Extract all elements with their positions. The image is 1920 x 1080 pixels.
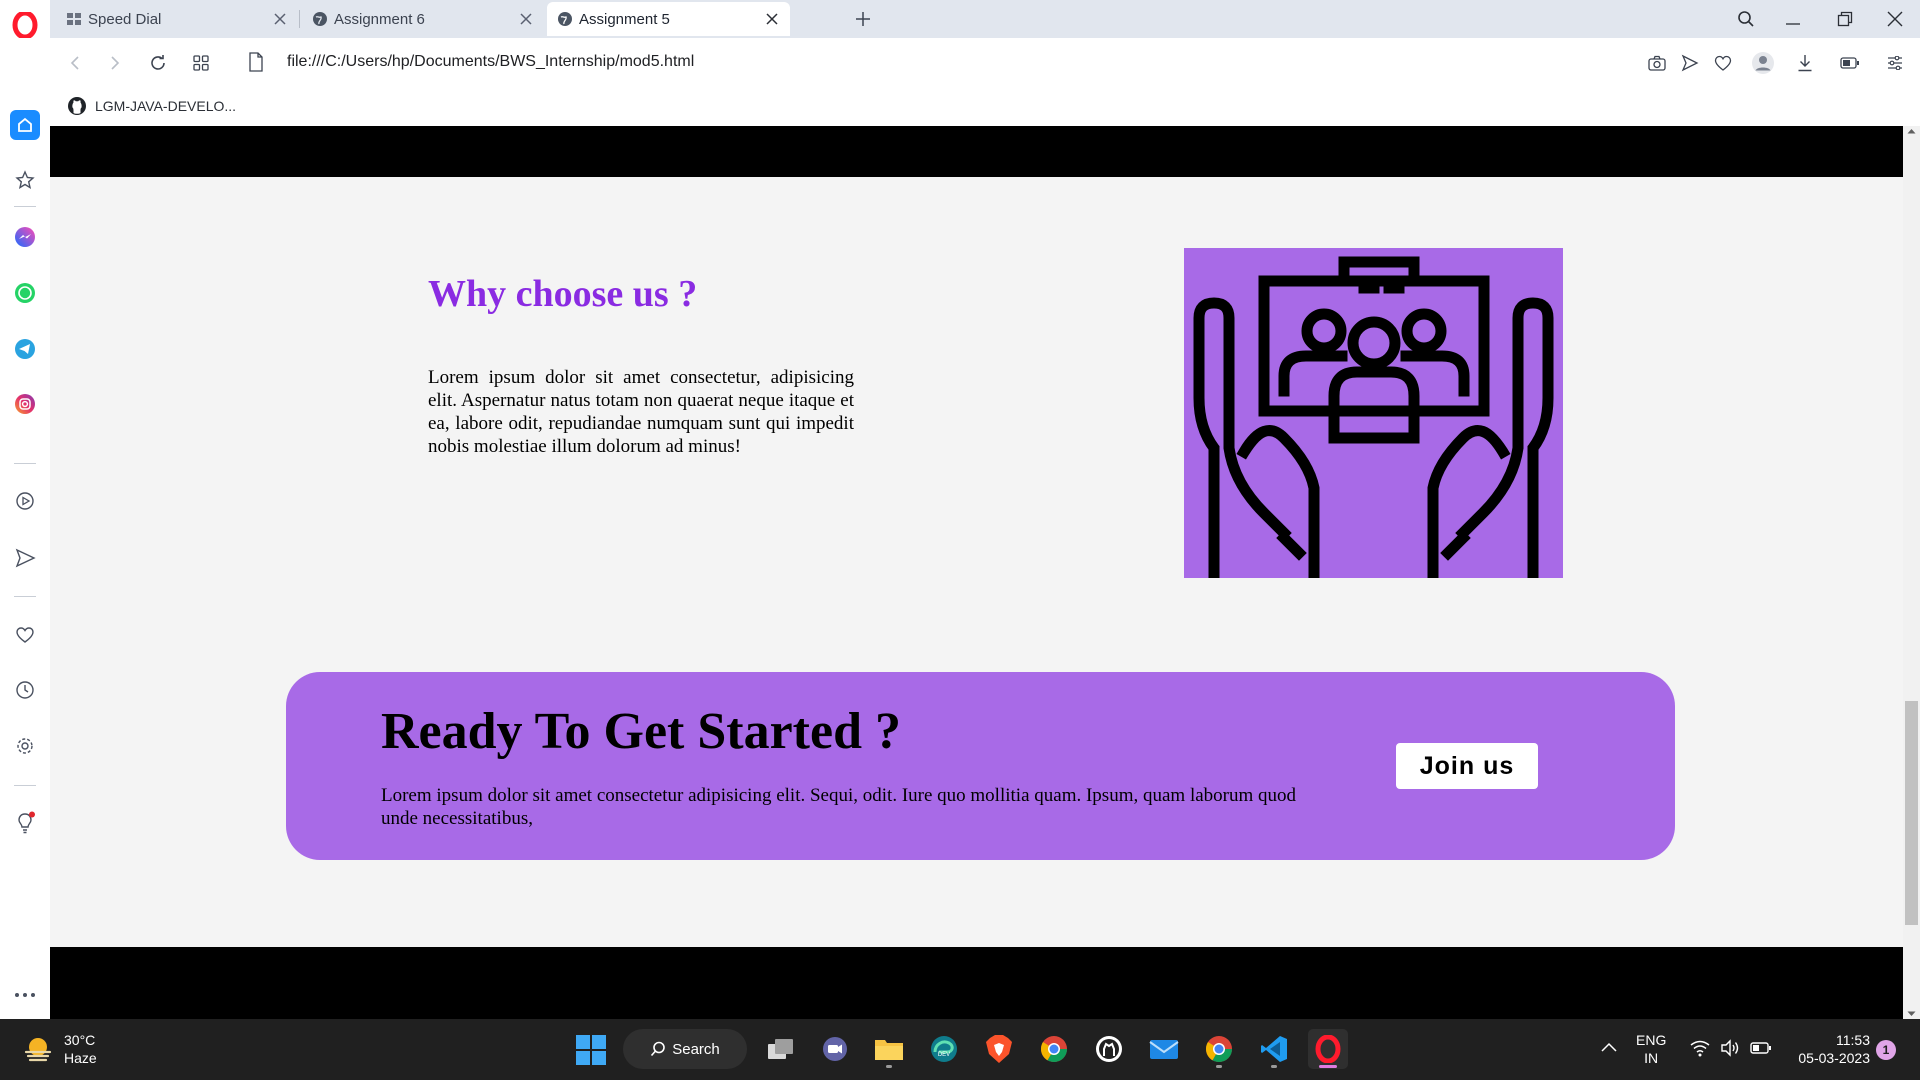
tab-snapshot-grid-icon[interactable]: [188, 50, 214, 76]
telegram-icon[interactable]: [10, 334, 40, 364]
bookmark-label: LGM-JAVA-DEVELO...: [95, 98, 237, 114]
instagram-icon[interactable]: [10, 389, 40, 419]
page-viewport: Why choose us ? Lorem ipsum dolor sit am…: [50, 126, 1903, 1019]
vscode-icon[interactable]: [1254, 1029, 1294, 1069]
search-label: Search: [672, 1040, 720, 1058]
language-region: IN: [1644, 1050, 1659, 1066]
svg-text:DEV: DEV: [938, 1052, 950, 1058]
cta-paragraph: Lorem ipsum dolor sit amet consectetur a…: [381, 785, 1297, 829]
tab-assignment-5[interactable]: Assignment 5: [547, 2, 790, 36]
hands-holding-team-icon: [1184, 248, 1563, 584]
close-icon[interactable]: [764, 11, 780, 27]
close-window-icon[interactable]: [1877, 4, 1913, 34]
bookmark-item[interactable]: LGM-JAVA-DEVELO...: [67, 96, 236, 116]
scroll-up-arrow-icon[interactable]: [1907, 128, 1916, 134]
forward-icon[interactable]: [102, 50, 128, 76]
more-options-icon[interactable]: [10, 980, 40, 1010]
teams-chat-icon[interactable]: [815, 1029, 855, 1069]
volume-icon[interactable]: [1720, 1039, 1740, 1057]
wifi-icon[interactable]: [1690, 1039, 1710, 1057]
tab-assignment-6[interactable]: Assignment 6: [302, 2, 544, 36]
tab-speed-dial[interactable]: Speed Dial: [56, 2, 298, 36]
player-icon[interactable]: [10, 486, 40, 516]
address-bar: file:///C:/Users/hp/Documents/BWS_Intern…: [50, 38, 1920, 88]
close-icon[interactable]: [518, 11, 534, 27]
opera-icon[interactable]: [1308, 1029, 1348, 1069]
windows-start-icon[interactable]: [575, 1034, 607, 1071]
weather-temperature: 30°C: [64, 1032, 96, 1048]
whatsapp-icon[interactable]: [10, 278, 40, 308]
vertical-scrollbar[interactable]: [1903, 126, 1920, 1019]
globe-icon: [558, 12, 572, 26]
taskbar-search-button[interactable]: Search: [623, 1029, 747, 1069]
scrollbar-thumb[interactable]: [1905, 701, 1918, 925]
tab-search-icon[interactable]: [1728, 4, 1764, 34]
edge-dev-icon[interactable]: DEV: [924, 1029, 964, 1069]
notification-badge[interactable]: 1: [1876, 1040, 1896, 1060]
close-icon[interactable]: [272, 11, 288, 27]
windows-taskbar: 30°C Haze Search DEV ENG IN 11:53 05-03-…: [0, 1019, 1920, 1080]
tab-title: Assignment 6: [334, 10, 425, 28]
tab-bar: Speed Dial Assignment 6 Assignment 5: [50, 0, 1920, 38]
opera-logo-icon[interactable]: [12, 10, 38, 40]
opera-sidebar: [0, 0, 50, 1019]
clock-time: 11:53: [1836, 1032, 1870, 1048]
file-icon: [248, 52, 264, 77]
lightbulb-icon[interactable]: [10, 808, 40, 838]
new-tab-plus-icon[interactable]: [850, 6, 876, 32]
section-title: Why choose us ?: [428, 273, 698, 315]
cta-banner: Ready To Get Started ? Lorem ipsum dolor…: [286, 672, 1675, 860]
star-icon[interactable]: [10, 165, 40, 195]
weather-description: Haze: [64, 1050, 97, 1066]
messenger-icon[interactable]: [10, 222, 40, 252]
bookmark-heart-icon[interactable]: [1710, 50, 1736, 76]
reload-icon[interactable]: [145, 50, 171, 76]
battery-saver-icon[interactable]: [1837, 50, 1863, 76]
restore-icon[interactable]: [1827, 4, 1863, 34]
section-paragraph: Lorem ipsum dolor sit amet consectetur, …: [428, 367, 854, 457]
chrome-profile-icon[interactable]: [1199, 1029, 1239, 1069]
search-icon: [651, 1041, 666, 1057]
home-icon[interactable]: [10, 110, 40, 140]
chrome-icon[interactable]: [1034, 1029, 1074, 1069]
language-code: ENG: [1636, 1032, 1667, 1048]
footer-band: [50, 947, 1903, 1019]
header-band: [50, 126, 1903, 177]
easy-setup-icon[interactable]: [1882, 50, 1908, 76]
github-desktop-icon[interactable]: [1089, 1029, 1129, 1069]
weather-widget[interactable]: 30°C Haze: [22, 1031, 97, 1067]
camera-snapshot-icon[interactable]: [1644, 50, 1670, 76]
chevron-up-icon[interactable]: [1600, 1040, 1618, 1058]
tab-title: Speed Dial: [88, 10, 162, 28]
speed-dial-icon: [67, 13, 81, 25]
url-field[interactable]: file:///C:/Users/hp/Documents/BWS_Intern…: [287, 53, 694, 71]
battery-icon[interactable]: [1750, 1039, 1772, 1057]
cta-title: Ready To Get Started ?: [381, 703, 901, 760]
heart-icon[interactable]: [10, 620, 40, 650]
send-page-icon[interactable]: [1677, 50, 1703, 76]
brave-browser-icon[interactable]: [979, 1029, 1019, 1069]
settings-gear-icon[interactable]: [10, 731, 40, 761]
join-us-button[interactable]: Join us: [1396, 743, 1538, 789]
send-icon[interactable]: [10, 543, 40, 573]
system-tray[interactable]: [1690, 1039, 1772, 1057]
back-icon[interactable]: [62, 50, 88, 76]
haze-sun-icon: [24, 1038, 52, 1062]
task-view-icon[interactable]: [761, 1029, 801, 1069]
profile-avatar-icon[interactable]: [1750, 50, 1776, 76]
language-indicator[interactable]: ENG IN: [1636, 1031, 1666, 1067]
globe-icon: [313, 12, 327, 26]
history-clock-icon[interactable]: [10, 675, 40, 705]
github-icon: [68, 97, 86, 115]
file-explorer-icon[interactable]: [869, 1029, 909, 1069]
clock-date: 05-03-2023: [1798, 1050, 1870, 1066]
download-icon[interactable]: [1792, 50, 1818, 76]
system-clock[interactable]: 11:53 05-03-2023: [1780, 1031, 1870, 1067]
tab-title: Assignment 5: [579, 10, 670, 28]
bookmarks-bar: LGM-JAVA-DEVELO...: [50, 88, 1920, 126]
mail-icon[interactable]: [1144, 1029, 1184, 1069]
scroll-down-arrow-icon[interactable]: [1907, 1011, 1916, 1017]
minimize-icon[interactable]: [1775, 4, 1811, 34]
